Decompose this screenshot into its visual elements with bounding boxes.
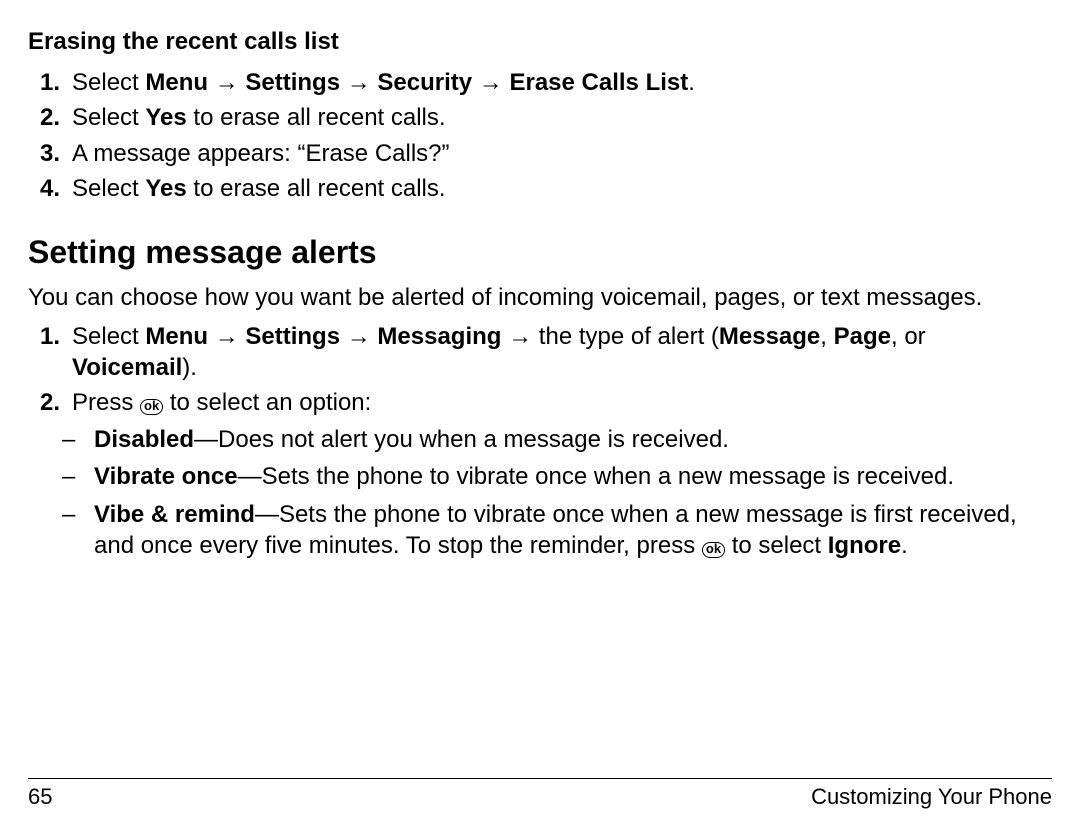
intro-paragraph: You can choose how you want be alerted o… <box>28 282 1052 313</box>
page-content: Erasing the recent calls list 1. Select … <box>28 26 1052 766</box>
bullet-dash: – <box>28 499 94 561</box>
page-footer: 65 Customizing Your Phone <box>28 778 1052 812</box>
option-vibrate-once: – Vibrate once—Sets the phone to vibrate… <box>28 461 1052 492</box>
erase-calls-steps: 1. Select Menu → Settings → Security → E… <box>28 67 1052 204</box>
manual-page: Erasing the recent calls list 1. Select … <box>0 0 1080 834</box>
step-text: Select Menu → Settings → Security → Eras… <box>72 67 1052 98</box>
step-number: 1. <box>28 321 72 383</box>
step-number: 2. <box>28 102 72 133</box>
ok-icon: ok <box>702 542 725 558</box>
subheading-erase-recent-calls: Erasing the recent calls list <box>28 26 1052 57</box>
ok-icon: ok <box>140 399 163 415</box>
step-3: 3. A message appears: “Erase Calls?” <box>28 138 1052 169</box>
step-1: 1. Select Menu → Settings → Messaging → … <box>28 321 1052 383</box>
option-disabled: – Disabled—Does not alert you when a mes… <box>28 424 1052 455</box>
step-text: Select Yes to erase all recent calls. <box>72 102 1052 133</box>
step-1: 1. Select Menu → Settings → Security → E… <box>28 67 1052 98</box>
footer-title: Customizing Your Phone <box>811 783 1052 812</box>
step-2: 2. Press ok to select an option: <box>28 387 1052 418</box>
alert-options-list: – Disabled—Does not alert you when a mes… <box>28 424 1052 561</box>
step-number: 4. <box>28 173 72 204</box>
option-text: Disabled—Does not alert you when a messa… <box>94 424 1052 455</box>
option-vibe-remind: – Vibe & remind—Sets the phone to vibrat… <box>28 499 1052 561</box>
option-text: Vibrate once—Sets the phone to vibrate o… <box>94 461 1052 492</box>
step-number: 1. <box>28 67 72 98</box>
step-text: A message appears: “Erase Calls?” <box>72 138 1052 169</box>
step-4: 4. Select Yes to erase all recent calls. <box>28 173 1052 204</box>
step-text: Select Yes to erase all recent calls. <box>72 173 1052 204</box>
step-number: 2. <box>28 387 72 418</box>
page-number: 65 <box>28 783 52 812</box>
option-text: Vibe & remind—Sets the phone to vibrate … <box>94 499 1052 561</box>
message-alerts-steps: 1. Select Menu → Settings → Messaging → … <box>28 321 1052 419</box>
step-text: Select Menu → Settings → Messaging → the… <box>72 321 1052 383</box>
step-text: Press ok to select an option: <box>72 387 1052 418</box>
step-number: 3. <box>28 138 72 169</box>
bullet-dash: – <box>28 461 94 492</box>
bullet-dash: – <box>28 424 94 455</box>
step-2: 2. Select Yes to erase all recent calls. <box>28 102 1052 133</box>
heading-setting-message-alerts: Setting message alerts <box>28 232 1052 274</box>
